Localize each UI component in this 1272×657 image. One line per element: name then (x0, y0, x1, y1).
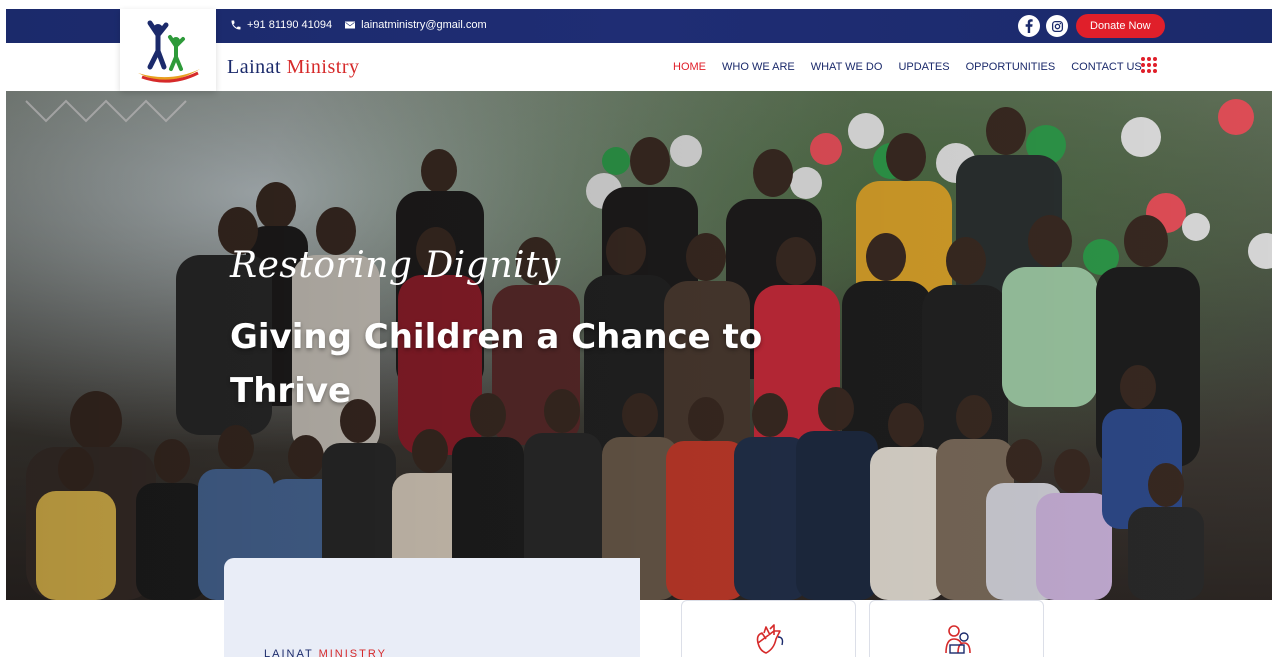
topbar-actions: Donate Now (1018, 14, 1165, 38)
main-nav: HOME WHO WE ARE WHAT WE DO UPDATES OPPOR… (673, 61, 1158, 73)
nav-item-who-we-are[interactable]: WHO WE ARE (722, 61, 795, 73)
brand-second: Ministry (286, 56, 360, 78)
brand-first: Lainat (227, 56, 282, 78)
logo-figures-icon (138, 20, 200, 83)
phone-number: +91 81190 41094 (247, 19, 333, 31)
contact-info: +91 81190 41094 lainatministry@gmail.com (230, 19, 499, 31)
feature-card-mother-child[interactable] (869, 600, 1044, 657)
nav-item-what-we-do[interactable]: WHAT WE DO (811, 61, 883, 73)
nav-item-home[interactable]: HOME (673, 61, 706, 73)
nav-item-updates[interactable]: UPDATES (898, 61, 949, 73)
email-contact[interactable]: lainatministry@gmail.com (344, 19, 487, 31)
instagram-button[interactable] (1046, 15, 1068, 37)
about-card: LAINAT MINISTRY (224, 558, 640, 657)
mother-child-icon (945, 625, 971, 654)
email-address: lainatministry@gmail.com (361, 19, 487, 31)
phone-contact[interactable]: +91 81190 41094 (230, 19, 332, 31)
hero-heading: Giving Children a Chance to Thrive (230, 317, 763, 411)
phone-icon (231, 20, 241, 30)
about-label: LAINAT MINISTRY (264, 648, 387, 657)
nav-item-contact-us[interactable]: CONTACT US (1071, 61, 1142, 73)
site-brand[interactable]: Lainat Ministry (227, 56, 360, 79)
donate-button[interactable]: Donate Now (1076, 14, 1165, 38)
hero-script-title: Restoring Dignity (230, 245, 561, 286)
facebook-button[interactable] (1018, 15, 1040, 37)
logo[interactable] (120, 9, 216, 91)
grid-menu-icon[interactable] (1141, 57, 1157, 73)
instagram-icon (1051, 20, 1063, 32)
about-label-first: LAINAT (264, 648, 314, 657)
mail-icon (345, 21, 356, 29)
nav-item-opportunities[interactable]: OPPORTUNITIES (966, 61, 1056, 73)
helping-hands-icon (756, 624, 784, 654)
feature-card-helping-hands[interactable] (681, 600, 856, 657)
facebook-icon (1025, 19, 1033, 33)
about-label-second: MINISTRY (318, 648, 387, 657)
